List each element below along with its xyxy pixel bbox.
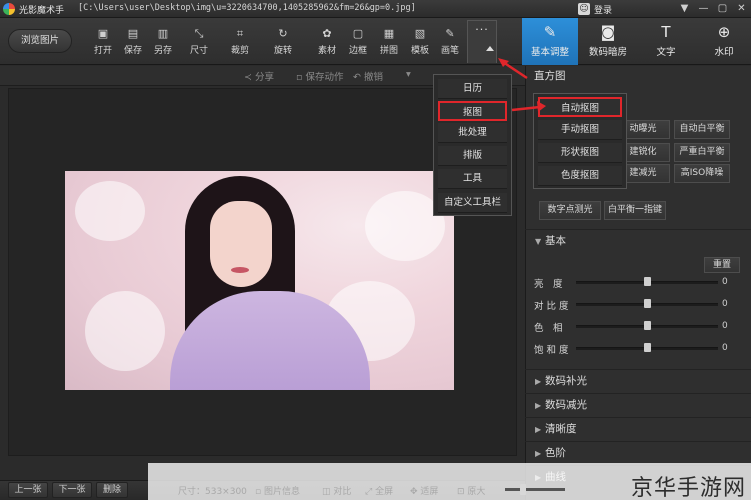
arrow-to-more-line: [502, 60, 528, 80]
arrow-to-auto-cutout-line: [511, 105, 541, 112]
annotation-arrows: [498, 58, 546, 112]
arrow-to-auto-cutout-head: [537, 101, 546, 112]
